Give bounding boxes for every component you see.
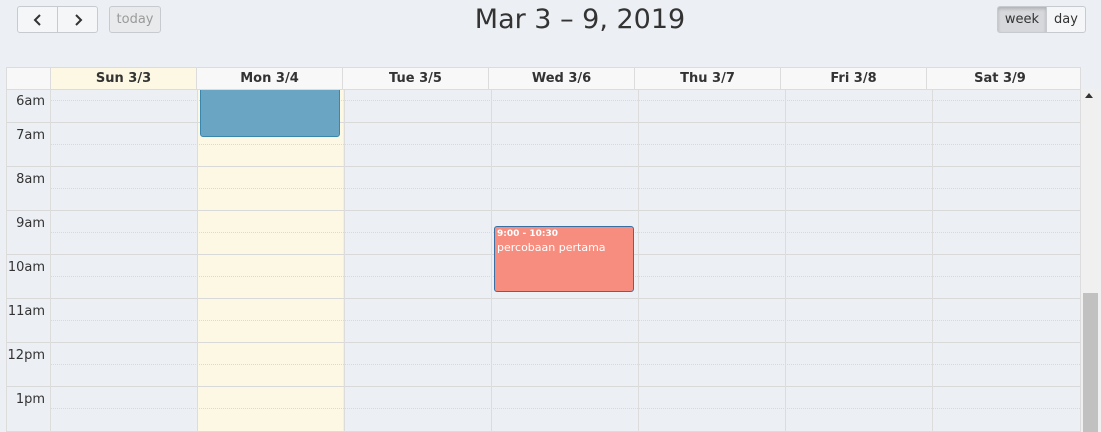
day-header: Thu 3/7 [635,68,781,89]
time-label: 9am [16,216,45,231]
day-column-divider [344,90,345,431]
time-slot-row[interactable]: 12pm [7,342,1080,386]
day-header-today: Mon 3/4 [197,68,343,89]
time-grid[interactable]: 6am 7am 8am 9am 10am 11am 12pm 1pm 9:00 … [6,89,1081,432]
next-button[interactable] [57,6,98,33]
week-view-button[interactable]: week [997,6,1047,33]
calendar-grid: Sun 3/3 Mon 3/4 Tue 3/5 Wed 3/6 Thu 3/7 … [6,67,1101,432]
calendar-event[interactable]: 9:00 - 10:30 percobaan pertama [494,226,634,292]
time-label: 8am [16,172,45,187]
time-label: 11am [7,304,45,319]
scroll-up-arrow-icon[interactable] [1085,93,1093,98]
time-slot-row[interactable]: 1pm [7,386,1080,430]
time-slot-row[interactable]: 11am [7,298,1080,342]
time-label: 6am [16,94,45,109]
chevron-left-icon [33,13,41,26]
day-header: Wed 3/6 [489,68,635,89]
day-column-divider [638,90,639,431]
day-column-divider [932,90,933,431]
time-slot-row[interactable]: 7am [7,122,1080,166]
today-button[interactable]: today [109,6,161,33]
scrollbar-thumb[interactable] [1083,293,1098,432]
time-label: 10am [7,260,45,275]
day-header-row: Sun 3/3 Mon 3/4 Tue 3/5 Wed 3/6 Thu 3/7 … [6,67,1081,89]
chevron-right-icon [74,13,82,26]
day-header: Sat 3/9 [974,71,1026,86]
day-header: Sun 3/3 [51,68,197,89]
day-column-divider [50,90,51,431]
time-slot-row[interactable]: 8am [7,166,1080,210]
prev-button[interactable] [17,6,58,33]
time-slot-row[interactable]: 6am [7,90,1080,122]
day-column-divider [785,90,786,431]
day-column-divider [197,90,198,431]
day-header: Tue 3/5 [343,68,489,89]
day-header: Fri 3/8 [781,68,927,89]
time-gutter-header [7,68,51,89]
day-column-divider [491,90,492,431]
time-label: 12pm [7,348,45,363]
vertical-scrollbar[interactable] [1081,89,1101,432]
time-label: 7am [16,128,45,143]
calendar-title: Mar 3 – 9, 2019 [474,4,686,35]
event-time: 9:00 - 10:30 [497,229,559,239]
calendar-event[interactable] [200,90,340,137]
event-title: percobaan pertama [497,241,606,254]
time-label: 1pm [15,392,45,407]
day-view-button[interactable]: day [1046,6,1086,33]
